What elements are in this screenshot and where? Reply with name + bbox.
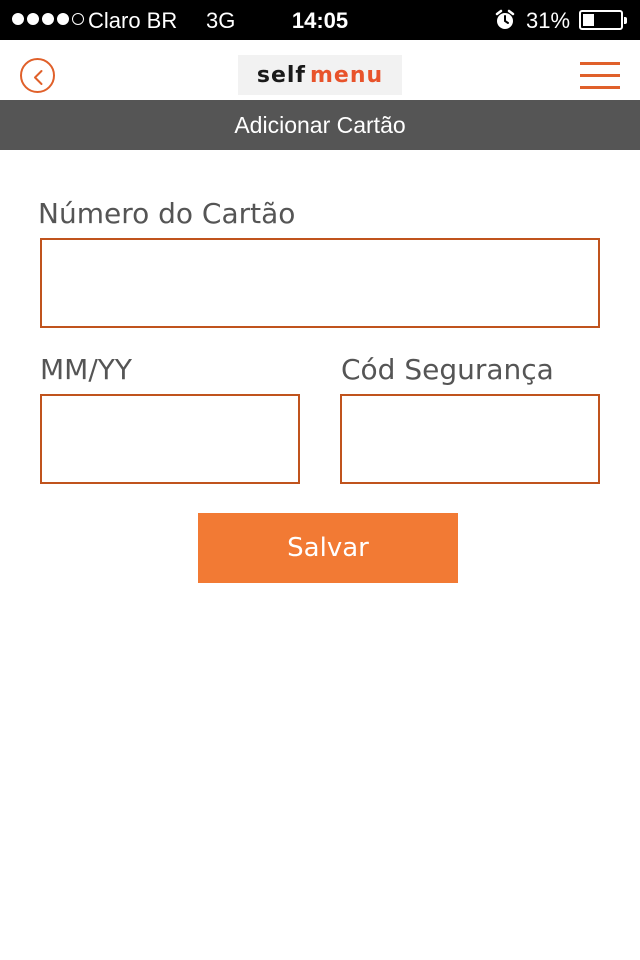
security-code-label: Cód Segurança — [341, 353, 554, 386]
status-bar: Claro BR 3G 14:05 31% — [0, 0, 640, 40]
nav-bar: self menu — [0, 40, 640, 100]
page-title: Adicionar Cartão — [0, 100, 640, 150]
battery-level — [583, 14, 594, 26]
battery-percent: 31% — [526, 8, 571, 33]
logo-menu-text: menu — [309, 62, 384, 88]
card-number-input[interactable] — [40, 238, 600, 328]
hamburger-menu-button[interactable] — [580, 62, 620, 90]
selfmenu-logo: self menu — [238, 55, 402, 95]
back-button[interactable] — [20, 58, 55, 93]
logo-self-text: self — [256, 62, 306, 88]
expiry-label: MM/YY — [40, 353, 132, 386]
expiry-input[interactable] — [40, 394, 300, 484]
chevron-left-icon — [34, 70, 43, 85]
hamburger-menu-icon — [580, 62, 620, 65]
card-number-label: Número do Cartão — [38, 197, 296, 230]
battery-icon — [579, 10, 627, 30]
save-button[interactable]: Salvar — [198, 513, 458, 583]
security-code-input[interactable] — [340, 394, 600, 484]
alarm-clock-icon — [494, 9, 516, 37]
